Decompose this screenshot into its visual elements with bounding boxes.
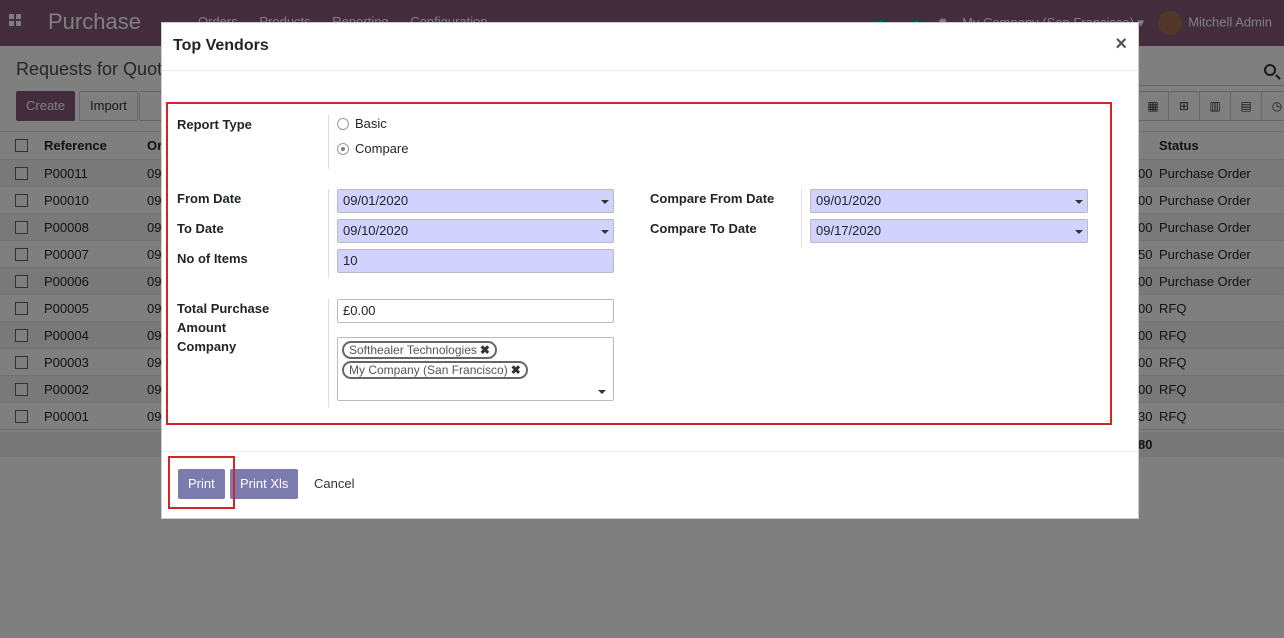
compare-to-date-value: 09/17/2020: [816, 223, 882, 238]
report-type-label: Report Type: [177, 117, 252, 132]
total-amount-label-line2: Amount: [177, 320, 227, 335]
divider: [328, 189, 329, 278]
chevron-down-icon[interactable]: [598, 390, 606, 394]
company-tag: Softhealer Technologies ✖: [342, 341, 497, 359]
from-date-value: 09/01/2020: [343, 193, 409, 208]
to-date-field[interactable]: 09/10/2020: [337, 219, 614, 243]
top-vendors-dialog: Top Vendors × Report Type Basic Compare …: [161, 22, 1139, 519]
print-xls-button[interactable]: Print Xls: [230, 469, 299, 499]
chevron-down-icon[interactable]: [601, 230, 609, 234]
compare-to-date-label: Compare To Date: [650, 221, 757, 236]
divider: [801, 189, 802, 248]
radio-basic-icon[interactable]: [337, 117, 349, 130]
divider: [328, 299, 329, 407]
to-date-value: 09/10/2020: [343, 223, 409, 238]
remove-tag-icon[interactable]: ✖: [511, 363, 521, 377]
no-of-items-field[interactable]: 10: [337, 249, 614, 273]
radio-compare[interactable]: Compare: [337, 141, 408, 156]
from-date-field[interactable]: 09/01/2020: [337, 189, 614, 213]
radio-compare-icon[interactable]: [337, 142, 349, 155]
radio-compare-label: Compare: [355, 141, 409, 156]
no-of-items-label: No of Items: [177, 251, 248, 266]
compare-from-date-value: 09/01/2020: [816, 193, 882, 208]
modal-title: Top Vendors: [173, 37, 269, 54]
company-tag: My Company (San Francisco) ✖: [342, 361, 528, 379]
chevron-down-icon[interactable]: [601, 200, 609, 204]
radio-basic[interactable]: Basic: [337, 116, 387, 131]
company-tag-label: My Company (San Francisco): [349, 363, 508, 377]
compare-from-date-label: Compare From Date: [650, 191, 775, 206]
modal-header: Top Vendors ×: [162, 23, 1138, 71]
no-of-items-value: 10: [343, 253, 358, 268]
modal-footer: Print Print Xls Cancel: [162, 451, 1138, 518]
chevron-down-icon[interactable]: [1075, 230, 1083, 234]
company-many2many-field[interactable]: Softhealer Technologies ✖ My Company (San…: [337, 337, 614, 401]
company-label: Company: [177, 339, 237, 354]
compare-from-date-field[interactable]: 09/01/2020: [810, 189, 1088, 213]
print-highlight-box: [168, 456, 235, 509]
chevron-down-icon[interactable]: [1075, 200, 1083, 204]
form-highlight-box: [166, 102, 1112, 425]
from-date-label: From Date: [177, 191, 242, 206]
total-amount-value: £0.00: [343, 303, 376, 318]
close-icon[interactable]: ×: [1115, 33, 1127, 56]
total-amount-field[interactable]: £0.00: [337, 299, 614, 323]
total-amount-label-line1: Total Purchase: [177, 301, 270, 316]
compare-to-date-field[interactable]: 09/17/2020: [810, 219, 1088, 243]
radio-basic-label: Basic: [355, 116, 387, 131]
remove-tag-icon[interactable]: ✖: [480, 343, 490, 357]
to-date-label: To Date: [177, 221, 224, 236]
company-tag-label: Softhealer Technologies: [349, 343, 477, 357]
divider: [328, 115, 329, 169]
cancel-button[interactable]: Cancel: [304, 469, 364, 499]
